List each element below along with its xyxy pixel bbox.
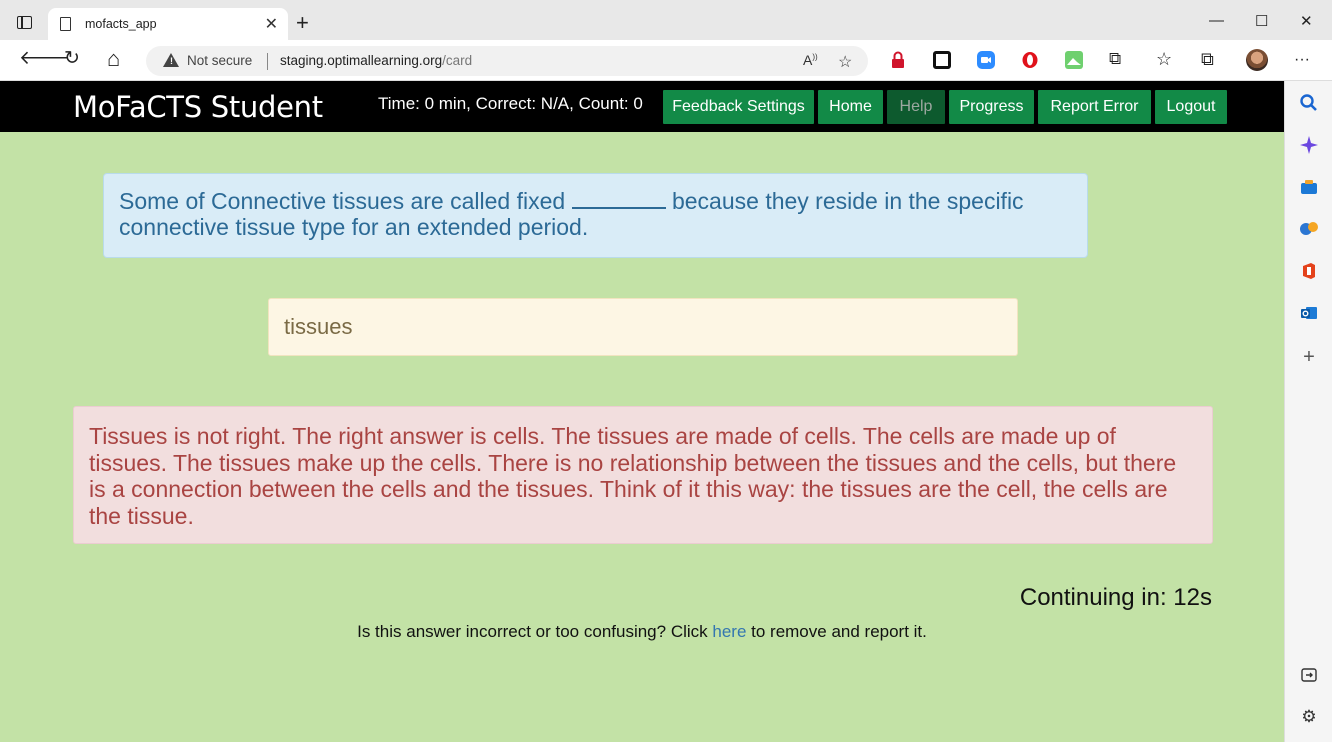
report-prefix: Is this answer incorrect or too confusin… [357, 622, 713, 641]
office-icon[interactable] [1299, 261, 1319, 281]
app-brand[interactable]: MoFaCTS Student [73, 90, 323, 124]
divider [267, 53, 268, 70]
question-text-start: Some of Connective tissues are called fi… [119, 188, 572, 214]
report-error-button[interactable]: Report Error [1038, 90, 1151, 124]
browser-window: mofacts_app ✕ + — ☐ ✕ 🡐 ↻ ⌂ ! Not secure… [0, 0, 1332, 742]
logout-button[interactable]: Logout [1155, 90, 1227, 124]
read-aloud-icon[interactable]: A)) [803, 52, 818, 68]
extensions-puzzle-icon[interactable]: ⧉ [1109, 49, 1121, 69]
address-bar[interactable]: ! Not secure staging.optimallearning.org… [146, 46, 868, 76]
answer-input[interactable]: tissues [268, 298, 1018, 356]
page-content: MoFaCTS Student Time: 0 min, Correct: N/… [0, 81, 1284, 742]
url-path: /card [442, 53, 473, 68]
answer-blank [571, 189, 666, 209]
help-button[interactable]: Help [887, 90, 945, 124]
feedback-settings-button[interactable]: Feedback Settings [663, 90, 814, 124]
profile-avatar[interactable] [1246, 49, 1268, 71]
more-menu-icon[interactable]: ··· [1294, 50, 1310, 70]
browser-toolbar: 🡐 ↻ ⌂ ! Not secure staging.optimallearni… [0, 40, 1332, 81]
new-tab-icon[interactable]: + [296, 12, 309, 34]
add-icon[interactable]: + [1299, 347, 1319, 367]
favorites-icon[interactable]: ☆ [1156, 49, 1172, 69]
title-bar: mofacts_app ✕ + — ☐ ✕ [0, 0, 1332, 40]
add-favorite-icon[interactable]: ☆ [838, 52, 852, 72]
opera-extension-icon[interactable] [1021, 51, 1039, 69]
report-answer-line: Is this answer incorrect or too confusin… [0, 622, 1284, 642]
feedback-alert: Tissues is not right. The right answer i… [73, 406, 1213, 544]
warning-icon[interactable]: ! [163, 53, 179, 67]
shopping-icon[interactable] [1299, 177, 1319, 197]
image-extension-icon[interactable] [1065, 51, 1083, 69]
page-icon [60, 17, 71, 31]
minimize-icon[interactable]: — [1209, 12, 1224, 29]
question-prompt: Some of Connective tissues are called fi… [103, 173, 1088, 258]
home-icon[interactable]: ⌂ [107, 48, 120, 70]
back-icon[interactable]: 🡐 [19, 49, 70, 69]
collections-icon[interactable]: ⧉ [1201, 49, 1214, 69]
tab-title: mofacts_app [85, 17, 157, 31]
outlook-icon[interactable] [1299, 303, 1319, 323]
close-window-icon[interactable]: ✕ [1300, 12, 1313, 30]
settings-icon[interactable]: ⚙ [1299, 707, 1319, 727]
app-navbar: MoFaCTS Student Time: 0 min, Correct: N/… [0, 81, 1284, 132]
tab-actions-icon[interactable] [12, 11, 38, 37]
url-text[interactable]: staging.optimallearning.org/card [280, 53, 472, 68]
report-suffix: to remove and report it. [746, 622, 927, 641]
progress-button[interactable]: Progress [949, 90, 1034, 124]
zoom-extension-icon[interactable] [977, 51, 995, 69]
hide-sidebar-icon[interactable] [1299, 665, 1319, 685]
browser-sidebar: + ⚙ [1284, 81, 1332, 742]
report-link[interactable]: here [712, 622, 746, 641]
url-host: staging.optimallearning.org [280, 53, 443, 68]
countdown-timer: Continuing in: 12s [1019, 584, 1212, 611]
extension-square-icon[interactable] [933, 51, 951, 69]
maximize-icon[interactable]: ☐ [1255, 12, 1268, 30]
reload-icon[interactable]: ↻ [64, 49, 80, 69]
session-stats: Time: 0 min, Correct: N/A, Count: 0 [378, 94, 643, 113]
security-label[interactable]: Not secure [187, 53, 252, 68]
games-icon[interactable] [1299, 219, 1319, 239]
copilot-icon[interactable] [1299, 135, 1319, 155]
search-icon[interactable] [1299, 93, 1319, 113]
browser-tab[interactable]: mofacts_app ✕ [48, 8, 288, 40]
lock-extension-icon[interactable] [889, 51, 907, 69]
home-button[interactable]: Home [818, 90, 883, 124]
close-tab-icon[interactable]: ✕ [265, 14, 278, 34]
